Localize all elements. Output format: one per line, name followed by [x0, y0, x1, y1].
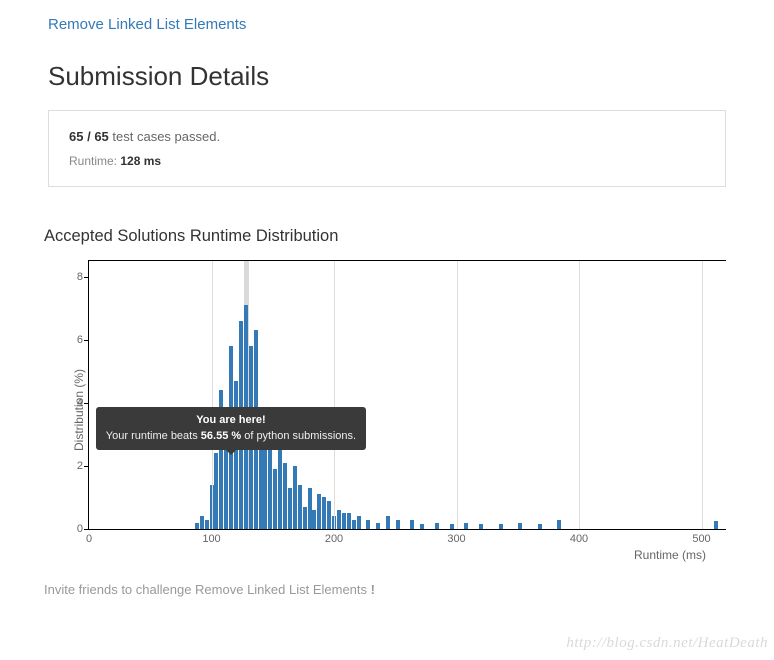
- gridline-v: [702, 261, 703, 529]
- x-tick-label: 100: [202, 529, 220, 545]
- x-tick-label: 200: [325, 529, 343, 545]
- distribution-bar[interactable]: [303, 507, 307, 529]
- distribution-bar[interactable]: [312, 510, 316, 529]
- distribution-bar[interactable]: [288, 488, 292, 529]
- invite-prefix: Invite friends to challenge: [44, 582, 195, 597]
- x-tick-label: 400: [570, 529, 588, 545]
- tooltip-line1: You are here!: [196, 414, 266, 426]
- distribution-bar[interactable]: [357, 516, 361, 529]
- tooltip-percent: 56.55 %: [201, 430, 241, 442]
- distribution-bar[interactable]: [518, 523, 522, 529]
- tooltip-line2-prefix: Your runtime beats: [106, 430, 201, 442]
- y-axis-label: Distribution (%): [72, 369, 86, 451]
- distribution-bar[interactable]: [499, 524, 503, 529]
- distribution-bar[interactable]: [538, 524, 542, 529]
- runtime-prefix: Runtime:: [69, 154, 120, 168]
- runtime-line: Runtime: 128 ms: [69, 154, 705, 168]
- stats-box: 65 / 65 test cases passed. Runtime: 128 …: [48, 110, 726, 187]
- distribution-bar[interactable]: [293, 466, 297, 529]
- you-are-here-tooltip: You are here! Your runtime beats 56.55 %…: [96, 407, 366, 450]
- distribution-bar[interactable]: [278, 450, 282, 529]
- total-count: 65: [94, 129, 108, 144]
- distribution-bar[interactable]: [347, 513, 351, 529]
- passed-count: 65: [69, 129, 83, 144]
- distribution-bar[interactable]: [386, 516, 390, 529]
- distribution-bar[interactable]: [366, 520, 370, 529]
- test-cases-line: 65 / 65 test cases passed.: [69, 129, 705, 144]
- gridline-v: [212, 261, 213, 529]
- distribution-bar[interactable]: [273, 469, 277, 529]
- distribution-bar[interactable]: [714, 521, 718, 529]
- runtime-value: 128 ms: [120, 154, 161, 168]
- runtime-distribution-chart: Distribution (%) You are here! Your runt…: [58, 260, 726, 560]
- distribution-bar[interactable]: [317, 494, 321, 529]
- gridline-v: [457, 261, 458, 529]
- gridline-v: [579, 261, 580, 529]
- distribution-bar[interactable]: [322, 497, 326, 529]
- invite-line: Invite friends to challenge Remove Linke…: [44, 582, 726, 597]
- distribution-bar[interactable]: [200, 516, 204, 529]
- watermark-text: http://blog.csdn.net/HeatDeath: [566, 635, 768, 652]
- distribution-bar[interactable]: [420, 524, 424, 529]
- tooltip-line2-suffix: of python submissions.: [241, 430, 356, 442]
- distribution-bar[interactable]: [214, 453, 218, 529]
- distribution-bar[interactable]: [298, 485, 302, 529]
- distribution-bar[interactable]: [479, 524, 483, 529]
- invite-suffix: !: [367, 582, 375, 597]
- x-axis-label: Runtime (ms): [634, 548, 706, 562]
- distribution-bar[interactable]: [410, 520, 414, 529]
- distribution-bar[interactable]: [376, 523, 380, 529]
- x-tick-label: 300: [447, 529, 465, 545]
- distribution-bar[interactable]: [352, 520, 356, 529]
- page-title: Submission Details: [48, 61, 726, 92]
- distribution-bar[interactable]: [327, 501, 331, 529]
- distribution-bar[interactable]: [557, 520, 561, 529]
- distribution-bar[interactable]: [342, 513, 346, 529]
- x-tick-label: 500: [692, 529, 710, 545]
- invite-problem: Remove Linked List Elements: [195, 582, 367, 597]
- gridline-v: [334, 261, 335, 529]
- chart-title: Accepted Solutions Runtime Distribution: [44, 227, 726, 246]
- distribution-bar[interactable]: [337, 510, 341, 529]
- problem-link[interactable]: Remove Linked List Elements: [48, 16, 246, 33]
- distribution-bar[interactable]: [283, 463, 287, 529]
- distribution-bar[interactable]: [435, 523, 439, 529]
- distribution-bar[interactable]: [396, 520, 400, 529]
- distribution-bar[interactable]: [195, 523, 199, 529]
- distribution-bar[interactable]: [205, 520, 209, 529]
- test-cases-suffix: test cases passed.: [109, 129, 220, 144]
- distribution-bar[interactable]: [308, 488, 312, 529]
